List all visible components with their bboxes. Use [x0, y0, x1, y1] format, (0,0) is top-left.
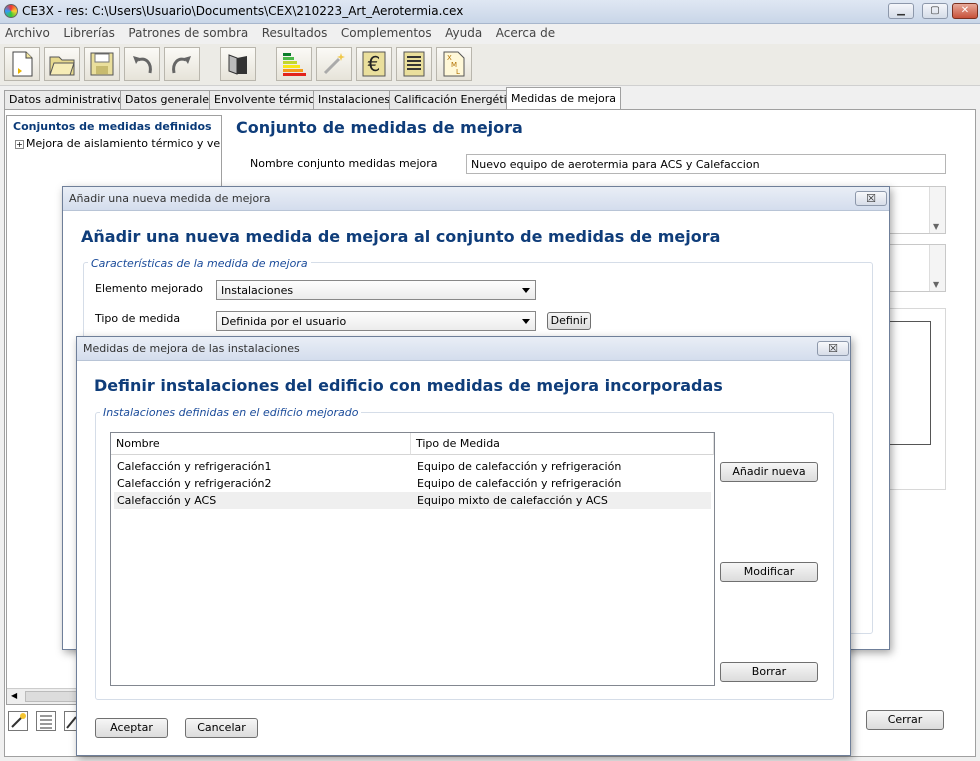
xml-icon[interactable]: XML — [436, 47, 472, 81]
measure-type-value: Definida por el usuario — [221, 315, 347, 328]
page-title: Conjunto de medidas de mejora — [236, 118, 523, 137]
measures-table[interactable] — [889, 321, 931, 445]
close-window-button[interactable]: ✕ — [952, 3, 978, 19]
scroll-down-icon[interactable]: ▼ — [933, 280, 939, 289]
tab-envolvente-termica[interactable]: Envolvente térmica — [209, 90, 327, 109]
element-select-value: Instalaciones — [221, 284, 294, 297]
dialog-title: Medidas de mejora de las instalaciones — [83, 342, 300, 355]
expand-icon[interactable]: + — [15, 140, 24, 149]
tree-item[interactable]: +Mejora de aislamiento térmico y ventan — [15, 137, 221, 150]
tab-datos-administrativos[interactable]: Datos administrativos — [4, 90, 135, 109]
measure-type-select[interactable]: Definida por el usuario — [216, 311, 536, 331]
maximize-button[interactable]: ▢ — [922, 3, 948, 19]
installations-list[interactable]: Nombre Tipo de Medida Calefacción y refr… — [110, 432, 715, 686]
minimize-button[interactable]: ▁ — [888, 3, 914, 19]
dropdown-arrow-icon — [522, 288, 530, 293]
menu-librerias[interactable]: Librerías — [58, 24, 120, 42]
menu-ayuda[interactable]: Ayuda — [440, 24, 487, 42]
wand-icon[interactable] — [316, 47, 352, 81]
measures-scrollbar[interactable]: ▼ — [929, 245, 945, 291]
row-type: Equipo de calefacción y refrigeración — [417, 477, 622, 490]
description-scrollbar[interactable]: ▼ — [929, 187, 945, 233]
add-measure-dialog-titlebar: Añadir una nueva medida de mejora — [63, 187, 889, 211]
energy-rating-icon[interactable] — [276, 47, 312, 81]
undo-icon[interactable] — [124, 47, 160, 81]
list-item[interactable]: Calefacción y refrigeración2 Equipo de c… — [114, 475, 711, 492]
dialog-heading: Añadir una nueva medida de mejora al con… — [81, 227, 721, 246]
measure-type-label: Tipo de medida — [95, 312, 181, 325]
add-set-icon[interactable] — [8, 711, 28, 731]
open-folder-icon[interactable] — [44, 47, 80, 81]
tab-calificacion-energetica[interactable]: Calificación Energética — [389, 90, 525, 109]
dropdown-arrow-icon — [522, 319, 530, 324]
set-name-label: Nombre conjunto medidas mejora — [250, 157, 438, 170]
scroll-left-icon[interactable]: ◀ — [11, 691, 17, 700]
row-type: Equipo mixto de calefacción y ACS — [417, 494, 608, 507]
tab-datos-generales[interactable]: Datos generales — [120, 90, 220, 109]
tree-root[interactable]: Conjuntos de medidas definidos — [13, 120, 212, 133]
row-name: Calefacción y refrigeración2 — [117, 477, 272, 490]
group-legend: Instalaciones definidas en el edificio m… — [100, 406, 362, 419]
tab-instalaciones[interactable]: Instalaciones — [313, 90, 396, 109]
column-header-tipo[interactable]: Tipo de Medida — [411, 433, 714, 455]
euro-icon[interactable]: € — [356, 47, 392, 81]
set-name-input[interactable]: Nuevo equipo de aerotermia para ACS y Ca… — [466, 154, 946, 174]
installations-dialog: Medidas de mejora de las instalaciones ☒… — [76, 336, 851, 756]
accept-button[interactable]: Aceptar — [95, 718, 168, 738]
close-dialog-icon[interactable]: ☒ — [817, 341, 849, 356]
menubar: Archivo Librerías Patrones de sombra Res… — [0, 24, 980, 43]
menu-acerca-de[interactable]: Acerca de — [491, 24, 560, 42]
dialog-title: Añadir una nueva medida de mejora — [69, 192, 271, 205]
list-item[interactable]: Calefacción y refrigeración1 Equipo de c… — [114, 458, 711, 475]
redo-icon[interactable] — [164, 47, 200, 81]
scroll-down-icon[interactable]: ▼ — [933, 222, 939, 231]
installations-dialog-titlebar: Medidas de mejora de las instalaciones — [77, 337, 850, 361]
dialog-heading: Definir instalaciones del edificio con m… — [94, 376, 723, 395]
column-header-nombre[interactable]: Nombre — [111, 433, 411, 455]
measures-box[interactable]: ▼ — [888, 244, 946, 292]
row-type: Equipo de calefacción y refrigeración — [417, 460, 622, 473]
close-dialog-icon[interactable]: ☒ — [855, 191, 887, 206]
row-name: Calefacción y ACS — [117, 494, 217, 507]
add-new-button[interactable]: Añadir nueva — [720, 462, 818, 482]
building-icon[interactable] — [220, 47, 256, 81]
define-button[interactable]: Definir — [547, 312, 591, 330]
list-item[interactable]: Calefacción y ACS Equipo mixto de calefa… — [114, 492, 711, 509]
menu-patrones-sombra[interactable]: Patrones de sombra — [123, 24, 253, 42]
cancel-button[interactable]: Cancelar — [185, 718, 258, 738]
svg-text:L: L — [456, 68, 460, 76]
window-titlebar: CE3X - res: C:\Users\Usuario\Documents\C… — [0, 0, 980, 24]
tab-medidas-de-mejora[interactable]: Medidas de mejora — [506, 87, 622, 109]
toolbar: € XML — [0, 44, 980, 86]
menu-complementos[interactable]: Complementos — [336, 24, 437, 42]
new-file-icon[interactable] — [4, 47, 40, 81]
group-legend: Características de la medida de mejora — [88, 257, 311, 270]
svg-text:€: € — [368, 52, 381, 76]
list-icon[interactable] — [36, 711, 56, 731]
close-button[interactable]: Cerrar — [866, 710, 944, 730]
window-title: CE3X - res: C:\Users\Usuario\Documents\C… — [22, 4, 464, 18]
description-box[interactable]: ▼ — [888, 186, 946, 234]
menu-resultados[interactable]: Resultados — [257, 24, 333, 42]
report-icon[interactable] — [396, 47, 432, 81]
row-name: Calefacción y refrigeración1 — [117, 460, 272, 473]
delete-button[interactable]: Borrar — [720, 662, 818, 682]
menu-archivo[interactable]: Archivo — [0, 24, 55, 42]
modify-button[interactable]: Modificar — [720, 562, 818, 582]
measures-table-frame — [888, 308, 946, 490]
element-select[interactable]: Instalaciones — [216, 280, 536, 300]
save-icon[interactable] — [84, 47, 120, 81]
element-label: Elemento mejorado — [95, 282, 204, 295]
app-logo-icon — [4, 4, 18, 18]
tree-item-label: Mejora de aislamiento térmico y ventan — [26, 137, 221, 150]
